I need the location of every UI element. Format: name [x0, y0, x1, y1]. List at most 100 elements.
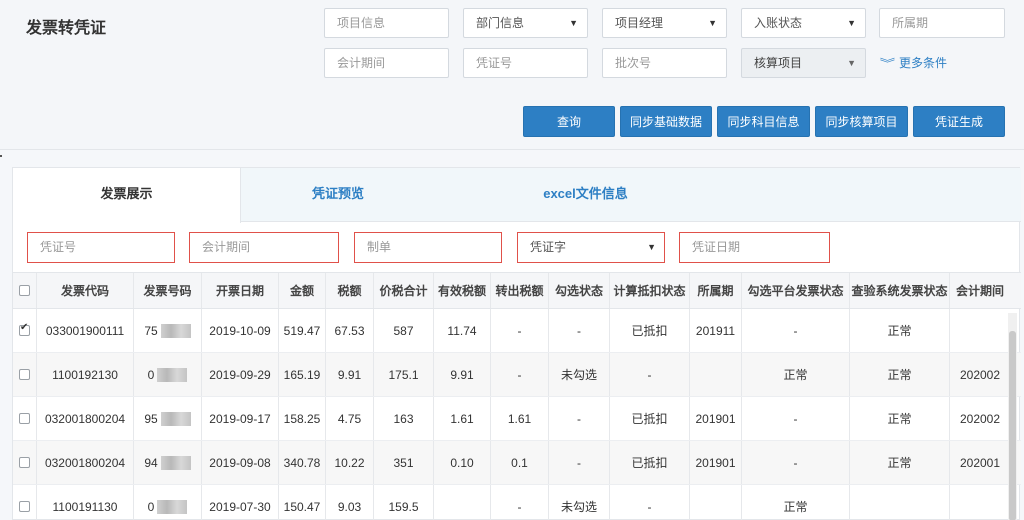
cell-out-tax: -: [491, 485, 549, 520]
cell-text: 163: [393, 411, 414, 426]
cell-tax: 67.53: [326, 309, 374, 352]
cell-valid-tax: 11.74: [434, 309, 491, 352]
cell-select-status: -: [549, 397, 610, 440]
filter-voucher-word-select[interactable]: 凭证字 ▼: [517, 232, 665, 263]
cell-text: 340.78: [283, 455, 321, 470]
table-row[interactable]: 032001800204 94 2019-09-08 340.78 10.22 351 0.…: [13, 441, 1021, 485]
header-cell[interactable]: 查验系统发票状态: [850, 273, 950, 308]
header-cell[interactable]: 勾选平台发票状态: [742, 273, 850, 308]
header-cell[interactable]: 税额: [326, 273, 374, 308]
filter-accounting-period[interactable]: 会计期间: [189, 232, 339, 263]
cell-text: 1100191130: [52, 499, 118, 514]
cell-text: 2019-10-09: [209, 323, 271, 338]
cell-text: 2019-09-29: [209, 367, 271, 382]
header-cell[interactable]: 所属期: [690, 273, 742, 308]
scrollbar-thumb[interactable]: [1009, 331, 1016, 520]
cell-total: 351: [374, 441, 434, 484]
row-checkbox[interactable]: [19, 413, 30, 424]
project-manager-select[interactable]: 项目经理 ▼: [602, 8, 727, 38]
header-cell[interactable]: 计算抵扣状态: [610, 273, 690, 308]
cell-tax: 4.75: [326, 397, 374, 440]
cell-text: 正常: [887, 368, 912, 382]
cell-text: 2019-07-30: [209, 499, 271, 514]
sync-basic-data-button[interactable]: 同步基础数据: [620, 106, 712, 137]
caret-down-icon: ▼: [847, 58, 856, 68]
table-row[interactable]: 1100192130 0 2019-09-29 165.19 9.91 175.1 9.91…: [13, 353, 1021, 397]
cell-total: 587: [374, 309, 434, 352]
cell-text: 已抵扣: [631, 412, 668, 426]
cell-text: -: [793, 455, 798, 470]
table-row[interactable]: 033001900111 75 2019-10-09 519.47 67.53 587 11…: [13, 309, 1021, 353]
cell-period: 201901: [690, 397, 742, 440]
accounting-item-select[interactable]: 核算项目 ▼: [741, 48, 866, 78]
header-cell[interactable]: 发票号码: [134, 273, 202, 308]
cell-text: 已抵扣: [631, 456, 668, 470]
batch-number-input[interactable]: 批次号: [602, 48, 727, 78]
department-select-label: 部门信息: [476, 16, 525, 30]
header-cell[interactable]: 价税合计: [374, 273, 434, 308]
header-cell[interactable]: 开票日期: [202, 273, 279, 308]
cell-text: -: [577, 323, 581, 338]
department-select[interactable]: 部门信息 ▼: [463, 8, 588, 38]
header-cell[interactable]: 会计期间: [950, 273, 1010, 308]
cell-text: 033001900111: [45, 323, 125, 338]
table-row[interactable]: 1100191130 0 2019-07-30 150.47 9.03 159.5 - 未勾选…: [13, 485, 1021, 520]
content-panel: 发票展示 凭证预览 excel文件信息 凭证号 会计期间 制单 凭证字 ▼ 凭证日…: [12, 167, 1021, 520]
cell-check-status: [850, 485, 950, 520]
cell-total: 163: [374, 397, 434, 440]
cell-number: 0: [134, 485, 202, 520]
project-info-input[interactable]: 项目信息: [324, 8, 449, 38]
cell-amount: 519.47: [279, 309, 326, 352]
voucher-number-input[interactable]: 凭证号: [463, 48, 588, 78]
cell-deduct-status: -: [610, 485, 690, 520]
generate-voucher-button[interactable]: 凭证生成: [913, 106, 1005, 137]
table-row[interactable]: 032001800204 95 2019-09-17 158.25 4.75 163 1.6…: [13, 397, 1021, 441]
header-cell[interactable]: 金额: [279, 273, 326, 308]
double-chevron-down-icon: ︾: [879, 58, 896, 70]
period-input[interactable]: 所属期: [879, 8, 1005, 38]
more-conditions-link[interactable]: ︾ 更多条件: [879, 54, 947, 73]
cell-period: 201911: [690, 309, 742, 352]
filter-voucher-number[interactable]: 凭证号: [27, 232, 175, 263]
filter-maker[interactable]: 制单: [354, 232, 502, 263]
cell-text: 1.61: [450, 411, 474, 426]
sync-accounting-items-button[interactable]: 同步核算项目: [815, 106, 908, 137]
select-all-cell: [13, 273, 37, 308]
cell-text: 0: [147, 367, 155, 382]
cell-check-status: 正常: [850, 309, 950, 352]
tab-voucher-preview[interactable]: 凭证预览: [253, 168, 423, 222]
row-checkbox[interactable]: [19, 322, 30, 336]
tab-invoice-display[interactable]: 发票展示: [13, 168, 241, 223]
entry-status-select[interactable]: 入账状态 ▼: [741, 8, 866, 38]
row-checkbox[interactable]: [19, 457, 30, 468]
select-all-checkbox[interactable]: [19, 285, 30, 296]
accounting-item-select-label: 核算项目: [754, 56, 803, 70]
cell-tax: 10.22: [326, 441, 374, 484]
cell-out-tax: -: [491, 353, 549, 396]
row-checkbox[interactable]: [19, 369, 30, 380]
header-cell[interactable]: 有效税额: [434, 273, 491, 308]
row-checkbox[interactable]: [19, 501, 30, 512]
cell-text: 201901: [695, 455, 736, 470]
cell-out-tax: -: [491, 309, 549, 352]
tab-excel-file-info[interactable]: excel文件信息: [503, 168, 668, 222]
header-cell[interactable]: 发票代码: [37, 273, 134, 308]
cell-text: 587: [393, 323, 414, 338]
cell-text: 201901: [695, 411, 736, 426]
filter-voucher-date[interactable]: 凭证日期: [679, 232, 830, 263]
sync-subject-info-button[interactable]: 同步科目信息: [717, 106, 810, 137]
cell-text: 202002: [959, 411, 1001, 426]
cell-text: 75: [144, 323, 158, 338]
accounting-period-input[interactable]: 会计期间: [324, 48, 449, 78]
vertical-scrollbar[interactable]: [1008, 313, 1017, 520]
cell-text: 94: [144, 455, 158, 470]
header-area: 发票转凭证 项目信息 部门信息 ▼ 项目经理 ▼ 入账状态 ▼ 所属期 会计期间 凭证…: [0, 0, 1024, 150]
header-cell[interactable]: 转出税额: [491, 273, 549, 308]
caret-down-icon: ▼: [647, 242, 656, 252]
cell-text: -: [793, 411, 798, 426]
cell-number: 94: [134, 441, 202, 484]
cell-platform-status: -: [742, 441, 850, 484]
header-cell[interactable]: 勾选状态: [549, 273, 610, 308]
query-button[interactable]: 查询: [523, 106, 615, 137]
cell-text: 519.47: [283, 323, 321, 338]
